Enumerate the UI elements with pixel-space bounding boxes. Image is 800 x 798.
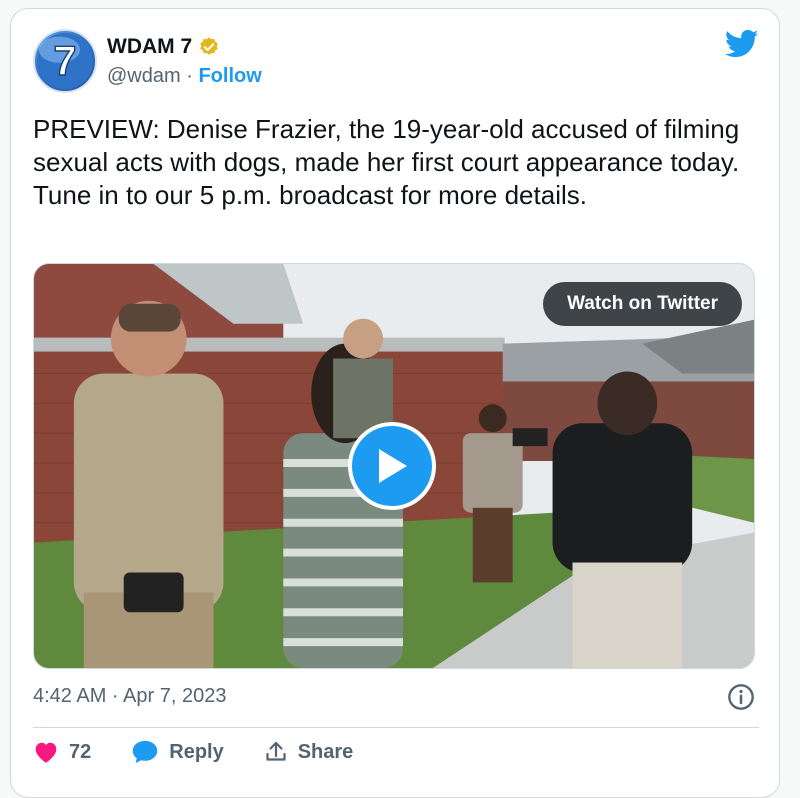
twitter-logo-icon[interactable] — [725, 29, 759, 59]
like-button[interactable]: 72 — [33, 740, 91, 764]
play-icon — [379, 449, 407, 483]
divider — [33, 727, 759, 728]
action-bar: 72 Reply Share — [33, 739, 393, 765]
share-label: Share — [297, 740, 354, 763]
share-icon — [266, 741, 286, 761]
name-row: WDAM 7 — [107, 35, 220, 59]
separator: · — [186, 65, 193, 87]
reply-label: Reply — [169, 740, 224, 763]
tweet-card: 7 WDAM 7 @wdam · Follow PREVIEW: Denise … — [10, 8, 780, 798]
reply-bubble-icon — [133, 740, 158, 764]
reply-button[interactable]: Reply — [131, 739, 224, 765]
share-button[interactable]: Share — [264, 740, 354, 764]
avatar-text: 7 — [54, 38, 77, 84]
handle-row: @wdam · Follow — [107, 65, 262, 88]
heart-icon — [35, 742, 57, 763]
follow-link[interactable]: Follow — [198, 65, 261, 87]
verified-badge-icon — [200, 37, 218, 55]
like-count: 72 — [69, 740, 92, 763]
watch-on-twitter-button[interactable]: Watch on Twitter — [543, 282, 742, 326]
avatar-logo: 7 — [36, 32, 94, 90]
video-media[interactable]: Watch on Twitter — [33, 263, 755, 669]
tweet-timestamp[interactable]: 4:42 AM · Apr 7, 2023 — [33, 685, 226, 708]
info-icon[interactable] — [727, 683, 755, 711]
display-name[interactable]: WDAM 7 — [107, 35, 192, 59]
handle[interactable]: @wdam — [107, 65, 181, 87]
play-button[interactable] — [348, 422, 436, 510]
avatar[interactable]: 7 — [33, 29, 97, 93]
tweet-text: PREVIEW: Denise Frazier, the 19-year-old… — [33, 114, 740, 210]
